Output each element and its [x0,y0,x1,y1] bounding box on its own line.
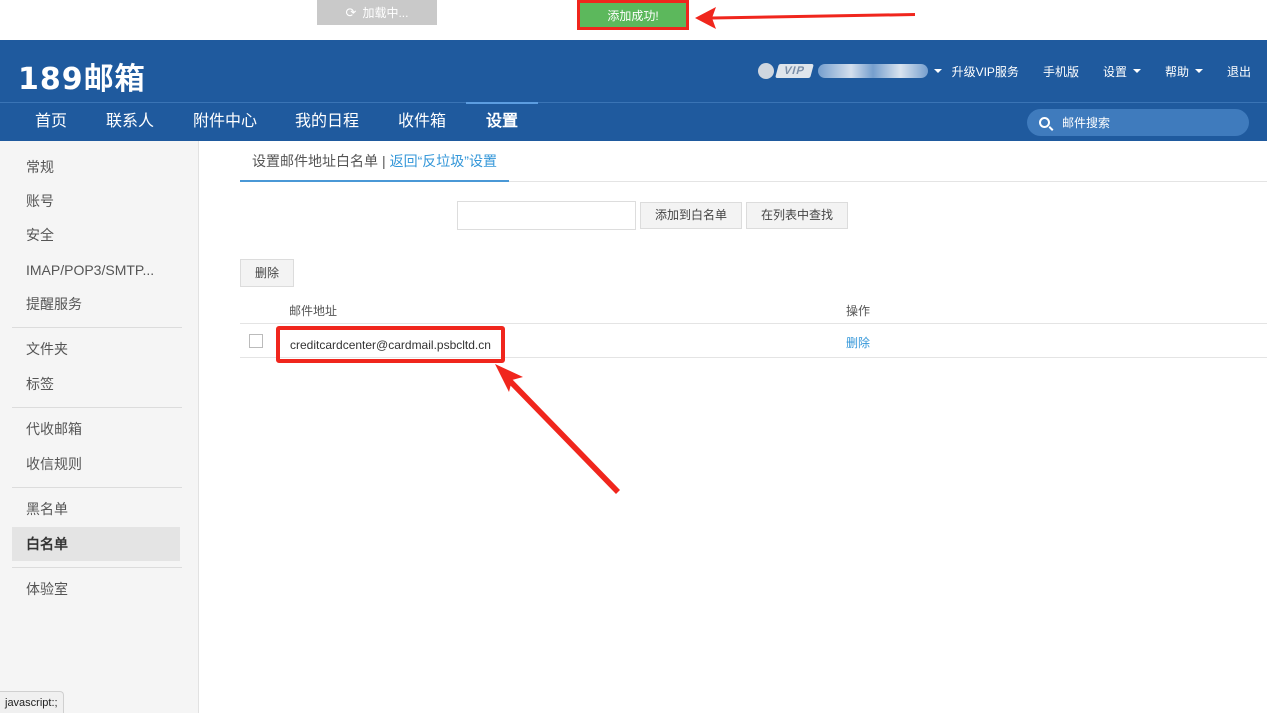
username-blurred [817,64,928,78]
sidebar-item-tags[interactable]: 标签 [12,367,180,401]
nav-contacts[interactable]: 联系人 [106,103,154,141]
column-email: 邮件地址 [289,304,338,318]
upgrade-vip-label: 升级VIP服务 [951,64,1019,79]
tab-separator: | [382,153,386,169]
row-email: creditcardcenter@cardmail.psbcltd.cn [276,326,505,363]
search-input[interactable] [1062,115,1212,130]
sidebar-item-filter-rules[interactable]: 收信规则 [12,447,180,481]
header-right: VIP 升级VIP服务 手机版 设置 帮助 退出 [757,40,1267,102]
settings-menu-label: 设置 [1102,64,1127,79]
sidebar-item-pop-collect[interactable]: 代收邮箱 [12,412,180,446]
sidebar-item-security[interactable]: 安全 [12,218,180,252]
sidebar-divider [12,567,182,568]
help-menu-label: 帮助 [1164,64,1189,79]
success-text: 添加成功! [607,8,659,23]
logout-label: 退出 [1226,64,1251,79]
header: 189邮箱 VIP 升级VIP服务 手机版 设置 帮助 退出 [0,40,1267,102]
sidebar-divider [12,407,182,408]
tab-whitelist-label: 设置邮件地址白名单 [252,153,378,169]
sidebar-item-folders[interactable]: 文件夹 [12,332,180,366]
sidebar-item-blacklist[interactable]: 黑名单 [12,492,180,526]
nav-attachments[interactable]: 附件中心 [193,103,257,141]
add-to-whitelist-button[interactable]: 添加到白名单 [640,202,743,229]
sidebar-divider [12,327,182,328]
nav-settings[interactable]: 设置 [465,102,539,141]
sidebar-item-reminders[interactable]: 提醒服务 [12,287,180,321]
table-header: 邮件地址 操作 [240,297,1267,324]
sidebar-item-labs[interactable]: 体验室 [12,572,180,606]
whitelist-tabs: 设置邮件地址白名单 | 返回“反垃圾”设置 [240,141,1267,182]
column-action: 操作 [846,304,871,318]
delete-selected-button[interactable]: 删除 [240,259,295,287]
row-delete-link[interactable]: 删除 [846,334,870,351]
success-toast: 添加成功! [577,0,689,30]
settings-sidebar: 常规 账号 安全 IMAP/POP3/SMTP... 提醒服务 文件夹 标签 代… [0,141,199,713]
help-menu[interactable]: 帮助 [1165,63,1203,80]
sidebar-item-account[interactable]: 账号 [12,184,180,218]
loading-toast: ⟳ 加载中... [317,0,437,25]
tab-whitelist: 设置邮件地址白名单 | 返回“反垃圾”设置 [240,141,509,182]
spinner-icon: ⟳ [345,4,357,20]
toast-strip: ⟳ 加载中... 添加成功! [0,0,1267,40]
nav-calendar[interactable]: 我的日程 [295,103,359,141]
vip-account[interactable]: VIP [757,63,942,79]
vip-badge: VIP [774,64,814,78]
upgrade-vip-link[interactable]: 升级VIP服务 [952,63,1019,80]
nav-inbox[interactable]: 收件箱 [398,103,446,141]
whitelist-address-input[interactable] [457,201,636,230]
mail-search[interactable] [1027,109,1249,136]
logout-link[interactable]: 退出 [1227,63,1251,80]
settings-menu[interactable]: 设置 [1103,63,1141,80]
mobile-label: 手机版 [1042,64,1079,79]
sidebar-divider [12,487,182,488]
sidebar-item-whitelist[interactable]: 白名单 [12,527,180,561]
sidebar-item-imap[interactable]: IMAP/POP3/SMTP... [12,253,180,287]
page-root: ⟳ 加载中... 添加成功! 189邮箱 VIP 升级VIP服务 手机版 设置 … [0,0,1267,713]
chevron-down-icon [933,69,942,73]
row-checkbox[interactable] [249,334,263,348]
search-icon [1039,117,1050,128]
loading-text: 加载中... [362,6,409,20]
find-in-list-button[interactable]: 在列表中查找 [746,202,849,229]
chevron-down-icon [1194,69,1203,73]
sidebar-item-general[interactable]: 常规 [12,150,180,184]
table-row: creditcardcenter@cardmail.psbcltd.cn 删除 [240,324,1267,363]
mobile-link[interactable]: 手机版 [1043,63,1079,80]
chevron-down-icon [1132,69,1141,73]
vip-user-icon [757,63,774,79]
main-nav: 首页 联系人 附件中心 我的日程 收件箱 设置 [0,102,1267,141]
back-to-antispam-link[interactable]: 返回“反垃圾”设置 [390,153,497,169]
add-whitelist-row: 添加到白名单 在列表中查找 [457,201,849,230]
arrow-to-email-row [495,364,620,494]
browser-status-bar: javascript:; [0,691,64,713]
nav-home[interactable]: 首页 [35,103,67,141]
logo[interactable]: 189邮箱 [18,54,146,98]
